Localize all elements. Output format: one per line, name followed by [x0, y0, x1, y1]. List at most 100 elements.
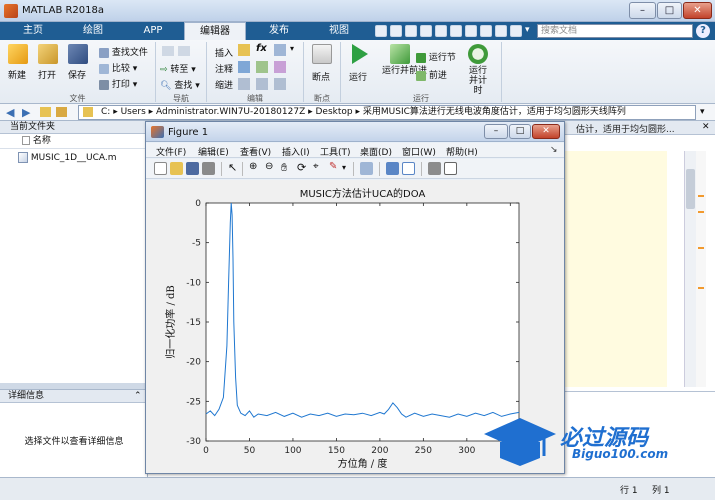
path-segment[interactable]: Desktop	[316, 107, 353, 117]
figure-minimize-button[interactable]: –	[484, 124, 508, 139]
search-docs-input[interactable]: 搜索文档	[537, 24, 693, 38]
warning-marker[interactable]	[698, 195, 704, 197]
insert-legend-icon[interactable]	[402, 162, 415, 175]
brush-icon[interactable]: ✎	[329, 161, 337, 172]
figure-titlebar[interactable]: Figure 1 – □ ✕	[146, 122, 564, 142]
quick-save-icon[interactable]	[375, 25, 387, 37]
print-figure-icon[interactable]	[202, 162, 215, 175]
pan-icon[interactable]: ✋︎	[281, 161, 287, 175]
open-button[interactable]: 打开	[38, 44, 58, 81]
quick-paste-icon[interactable]	[420, 25, 432, 37]
forward-arrow-icon[interactable]: ▶	[22, 106, 30, 119]
wrap-comment-icon[interactable]	[274, 61, 286, 73]
find-files-button[interactable]: 查找文件	[99, 45, 148, 58]
menubar-dock-icon[interactable]: ↘	[550, 145, 558, 155]
breakpoints-button[interactable]: 断点	[310, 44, 332, 83]
edit-plot-arrow-icon[interactable]: ↖	[228, 161, 237, 174]
compare-button[interactable]: 比较 ▾	[99, 61, 137, 74]
path-dropdown-icon[interactable]: ▾	[700, 107, 705, 117]
uncomment-icon[interactable]	[256, 61, 268, 73]
name-column-header[interactable]: 名称	[0, 135, 148, 149]
menu-edit[interactable]: 编辑(E)	[198, 145, 229, 158]
tab-apps[interactable]: APP	[124, 22, 182, 40]
smart-indent-icon[interactable]	[238, 78, 250, 90]
print-button[interactable]: 打印 ▾	[99, 77, 137, 90]
comment-button[interactable]: 注释	[215, 62, 233, 75]
path-segment[interactable]: C:	[101, 107, 110, 117]
warning-marker[interactable]	[698, 247, 704, 249]
brush-dropdown-icon[interactable]: ▾	[342, 163, 346, 172]
quick-cut-icon[interactable]	[390, 25, 402, 37]
comment-percent-icon[interactable]	[238, 61, 250, 73]
browse-folder-icon[interactable]	[56, 107, 67, 117]
menu-help[interactable]: 帮助(H)	[446, 145, 478, 158]
run-button[interactable]: 运行	[348, 44, 368, 83]
menu-window[interactable]: 窗口(W)	[402, 145, 436, 158]
quick-switch-icon[interactable]	[465, 25, 477, 37]
zoom-out-icon[interactable]: ⊖	[265, 161, 273, 172]
quick-redo-icon[interactable]	[450, 25, 462, 37]
figure-maximize-button[interactable]: □	[509, 124, 531, 139]
save-figure-icon[interactable]	[186, 162, 199, 175]
zoom-in-icon[interactable]: ⊕	[249, 161, 257, 172]
menu-desktop[interactable]: 桌面(D)	[360, 145, 392, 158]
tab-view[interactable]: 视图	[310, 22, 368, 40]
tab-publish[interactable]: 发布	[250, 22, 308, 40]
path-field[interactable]: C: ▸ Users ▸ Administrator.WIN7U-2018012…	[78, 105, 696, 120]
link-plot-icon[interactable]	[360, 162, 373, 175]
warning-marker[interactable]	[698, 287, 704, 289]
quick-access-dropdown-icon[interactable]: ▾	[525, 25, 530, 35]
insert-colorbar-icon[interactable]	[386, 162, 399, 175]
tab-home[interactable]: 主页	[4, 22, 62, 40]
menu-tools[interactable]: 工具(T)	[320, 145, 351, 158]
close-button[interactable]: ✕	[683, 2, 712, 19]
help-icon[interactable]: ?	[696, 24, 710, 38]
decrease-indent-icon[interactable]	[274, 78, 286, 90]
minimize-button[interactable]: –	[629, 2, 656, 19]
file-list-item[interactable]: MUSIC_1D__UCA.m	[6, 152, 117, 163]
data-cursor-icon[interactable]: ⌖	[313, 161, 319, 172]
editor-scrollbar[interactable]	[684, 151, 696, 387]
fx-icon[interactable]: fx	[256, 43, 267, 54]
run-and-time-button[interactable]: 运行并计时	[466, 44, 490, 96]
quick-copy-icon[interactable]	[405, 25, 417, 37]
increase-indent-icon[interactable]	[256, 78, 268, 90]
forward-nav-icon[interactable]	[178, 46, 190, 56]
tab-editor[interactable]: 编辑器	[184, 22, 246, 40]
back-nav-icon[interactable]	[162, 46, 174, 56]
menu-view[interactable]: 查看(V)	[240, 145, 271, 158]
insert-button[interactable]: 插入	[215, 46, 233, 59]
quick-help-icon[interactable]	[480, 25, 492, 37]
warning-marker[interactable]	[698, 211, 704, 213]
quick-settings-icon[interactable]	[510, 25, 522, 37]
quick-undo-icon[interactable]	[435, 25, 447, 37]
indent-button[interactable]: 缩进	[215, 78, 233, 91]
details-collapse-icon[interactable]: ⌃	[134, 391, 142, 401]
menu-file[interactable]: 文件(F)	[156, 145, 186, 158]
run-section-button[interactable]: 运行节	[416, 50, 456, 63]
show-plot-tools-icon[interactable]	[444, 162, 457, 175]
hide-plot-tools-icon[interactable]	[428, 162, 441, 175]
goto-button[interactable]: ⇨ 转至 ▾	[160, 62, 196, 75]
save-button[interactable]: 保存	[68, 44, 88, 81]
path-segment[interactable]: Administrator.WIN7U-20180127Z	[156, 107, 305, 117]
path-segment[interactable]: Users	[121, 107, 146, 117]
new-button[interactable]: 新建	[8, 44, 28, 81]
new-figure-icon[interactable]	[154, 162, 167, 175]
advance-button[interactable]: 前进	[416, 68, 447, 81]
menu-insert[interactable]: 插入(I)	[282, 145, 310, 158]
insert-dropdown-icon[interactable]: ▾	[290, 44, 294, 53]
editor-close-icon[interactable]: ✕	[702, 122, 710, 132]
maximize-button[interactable]: □	[657, 2, 682, 19]
figure-close-button[interactable]: ✕	[532, 124, 560, 139]
open-file-icon[interactable]	[170, 162, 183, 175]
find-button[interactable]: 🔍︎ 查找 ▾	[160, 78, 200, 91]
tab-plots[interactable]: 绘图	[64, 22, 122, 40]
rotate-3d-icon[interactable]: ⟳	[297, 161, 306, 174]
editor-tab-title[interactable]: 估计，适用于均匀圆形...	[576, 122, 675, 135]
quick-pin-icon[interactable]	[495, 25, 507, 37]
insert-table-icon[interactable]	[274, 44, 286, 56]
back-arrow-icon[interactable]: ◀	[6, 106, 14, 119]
path-segment[interactable]: 采用MUSIC算法进行无线电波角度估计，适用于均匀圆形天线阵列	[363, 107, 626, 117]
up-folder-icon[interactable]	[40, 107, 51, 117]
